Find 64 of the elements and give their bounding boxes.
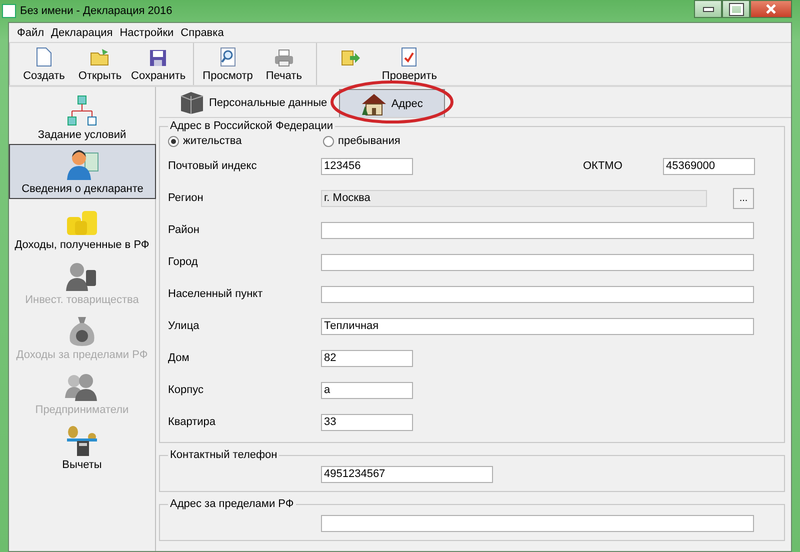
sidebar-item[interactable]: Доходы, полученные в РФ [9, 199, 155, 254]
window-title: Без имени - Декларация 2016 [20, 5, 172, 17]
checked-document-icon [401, 47, 418, 67]
maximize-button[interactable] [722, 0, 750, 18]
field-label: Район [168, 224, 200, 236]
toolbar-button[interactable]: Печать [256, 43, 312, 85]
group-title: Адрес в Российской Федерации [169, 120, 334, 132]
input-field[interactable]: 33 [321, 414, 413, 430]
folder-icon [90, 47, 110, 67]
input-field[interactable]: а [321, 382, 413, 398]
calculator-scales-icon [65, 425, 99, 457]
magnifier-document-icon [220, 47, 236, 67]
field-label: Корпус [168, 384, 204, 396]
radio-option[interactable]: пребывания [323, 135, 478, 147]
tab[interactable]: Адрес [339, 89, 446, 117]
toolbar-button[interactable]: Просмотр [200, 43, 256, 85]
app-logo-icon [2, 4, 16, 18]
tab[interactable]: Персональные данные [171, 89, 336, 117]
input-field[interactable]: Тепличная [321, 318, 754, 334]
radio-button[interactable] [323, 136, 334, 146]
field-label: Почтовый индекс [168, 160, 258, 172]
field-label: Квартира [168, 416, 217, 428]
phone-field[interactable]: 4951234567 [321, 466, 493, 482]
input-field[interactable]: 82 [321, 350, 413, 366]
field-label: Дом [168, 352, 190, 364]
menu-item[interactable]: Декларация [51, 26, 113, 38]
toolbar-button[interactable]: Сохранить [128, 43, 189, 85]
close-icon [765, 4, 777, 14]
readonly-field: г. Москва [321, 190, 707, 206]
radio-option[interactable]: жительства [168, 135, 323, 147]
menu-item[interactable]: Настройки [120, 26, 174, 38]
toolbar-button[interactable]: Проверить [378, 43, 440, 85]
input-field[interactable] [321, 514, 754, 532]
toolbar-button[interactable]: Открыть [72, 43, 128, 85]
toolbar-button[interactable]: Создать [16, 43, 72, 85]
person-phone-icon [65, 260, 99, 292]
field-label: ОКТМО [583, 160, 624, 172]
tree-icon [65, 95, 99, 127]
input-field[interactable] [321, 222, 754, 238]
input-field[interactable]: 45369000 [663, 158, 755, 174]
menu-item[interactable]: Файл [17, 26, 44, 38]
field-label: Населенный пункт [168, 288, 264, 300]
field-label: Регион [168, 192, 204, 204]
minimize-button[interactable] [694, 0, 722, 18]
close-button[interactable] [750, 0, 792, 18]
browse-button[interactable]: ... [733, 188, 754, 208]
sidebar-item[interactable]: Задание условий [9, 89, 155, 144]
input-field[interactable] [321, 254, 754, 270]
group-title: Адрес за пределами РФ [169, 498, 295, 510]
person-document-icon [64, 147, 100, 181]
cube-icon [179, 91, 205, 115]
group-title: Контактный телефон [169, 449, 278, 461]
radio-button[interactable] [168, 136, 179, 146]
money-bag-icon [67, 315, 97, 347]
input-field[interactable] [321, 286, 754, 302]
document-icon [36, 47, 52, 67]
input-field[interactable]: 123456 [321, 158, 413, 174]
printer-icon [274, 49, 294, 67]
sidebar-item[interactable]: Вычеты [9, 419, 155, 474]
field-label: Город [168, 256, 199, 268]
field-label: Улица [168, 320, 200, 332]
house-icon [361, 92, 388, 116]
menu-item[interactable]: Справка [180, 26, 224, 38]
sidebar-item[interactable]: Сведения о декларанте [9, 144, 156, 199]
